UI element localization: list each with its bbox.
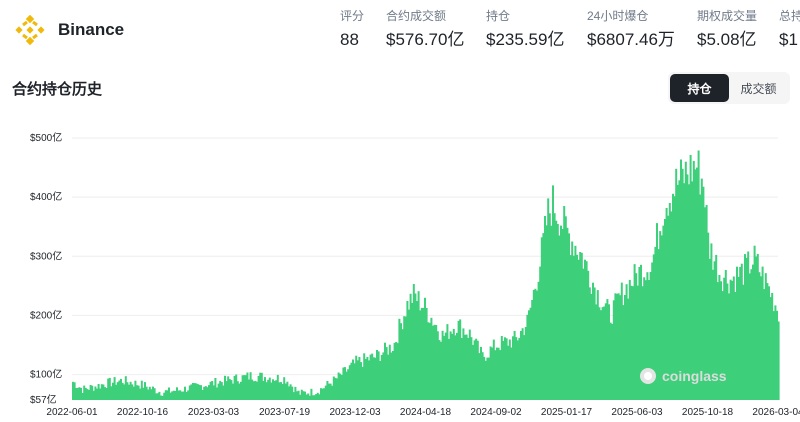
- stat-open-interest: 持仓 $235.59亿: [486, 8, 564, 50]
- brand[interactable]: Binance: [12, 12, 124, 48]
- y-tick-label: $300亿: [30, 249, 62, 262]
- stat-options-volume: 期权成交量 $5.08亿: [697, 8, 757, 50]
- stat-total-truncated: 总持 $1: [779, 8, 800, 50]
- x-tick-label: 2025-01-17: [541, 407, 593, 418]
- y-tick-label: $400亿: [30, 190, 62, 203]
- stat-label: 24小时爆仓: [587, 9, 649, 23]
- stat-value: $5.08亿: [697, 30, 757, 49]
- brand-name: Binance: [58, 20, 125, 39]
- coinglass-logo-icon: [640, 368, 656, 384]
- stat-rating: 评分 88: [340, 8, 364, 50]
- x-tick-label: 2025-06-03: [611, 407, 663, 418]
- stat-futures-volume: 合约成交额 $576.70亿: [386, 8, 464, 50]
- stat-label: 合约成交额: [386, 9, 447, 23]
- x-tick-label: 2022-06-01: [46, 407, 98, 418]
- x-tick-label: 2024-04-18: [400, 407, 452, 418]
- stat-value: $235.59亿: [486, 30, 565, 49]
- stat-label: 评分: [340, 9, 365, 23]
- watermark-text: coinglass: [662, 368, 727, 384]
- stat-value: $1: [779, 30, 798, 49]
- x-tick-label: 2025-10-18: [682, 407, 734, 418]
- x-tick-label: 2023-12-03: [329, 407, 381, 418]
- stat-label: 持仓: [486, 9, 511, 23]
- section-title: 合约持仓历史: [12, 81, 103, 98]
- stat-liquidations: 24小时爆仓 $6807.46万: [587, 8, 675, 50]
- y-tick-label: $100亿: [30, 368, 62, 381]
- watermark: coinglass: [640, 368, 727, 384]
- x-tick-label: 2022-10-16: [117, 407, 169, 418]
- x-tick-label: 2024-09-02: [470, 407, 522, 418]
- stat-label: 期权成交量: [697, 9, 758, 23]
- stat-value: 88: [340, 30, 359, 49]
- stat-value: $576.70亿: [386, 30, 465, 49]
- series-bars: [72, 150, 780, 400]
- y-tick-label: $500亿: [30, 131, 62, 144]
- metric-toggle: 持仓 成交额: [668, 72, 790, 104]
- binance-logo-icon: [15, 14, 45, 46]
- header: Binance 评分 88 合约成交额 $576.70亿 持仓 $235.59亿…: [0, 0, 800, 62]
- toggle-volume[interactable]: 成交额: [729, 74, 788, 102]
- stat-value: $6807.46万: [587, 30, 675, 49]
- y-tick-label: $57亿: [30, 393, 57, 406]
- oi-bar: [777, 321, 780, 400]
- open-interest-chart: coinglass $57亿$100亿$200亿$300亿$400亿$500亿 …: [30, 131, 800, 418]
- x-tick-label: 2026-03-04: [752, 407, 800, 418]
- toggle-open-interest[interactable]: 持仓: [670, 74, 729, 102]
- stat-label: 总持: [779, 9, 800, 23]
- y-tick-label: $200亿: [30, 308, 62, 321]
- x-tick-label: 2023-03-03: [188, 407, 240, 418]
- x-tick-label: 2023-07-19: [259, 407, 311, 418]
